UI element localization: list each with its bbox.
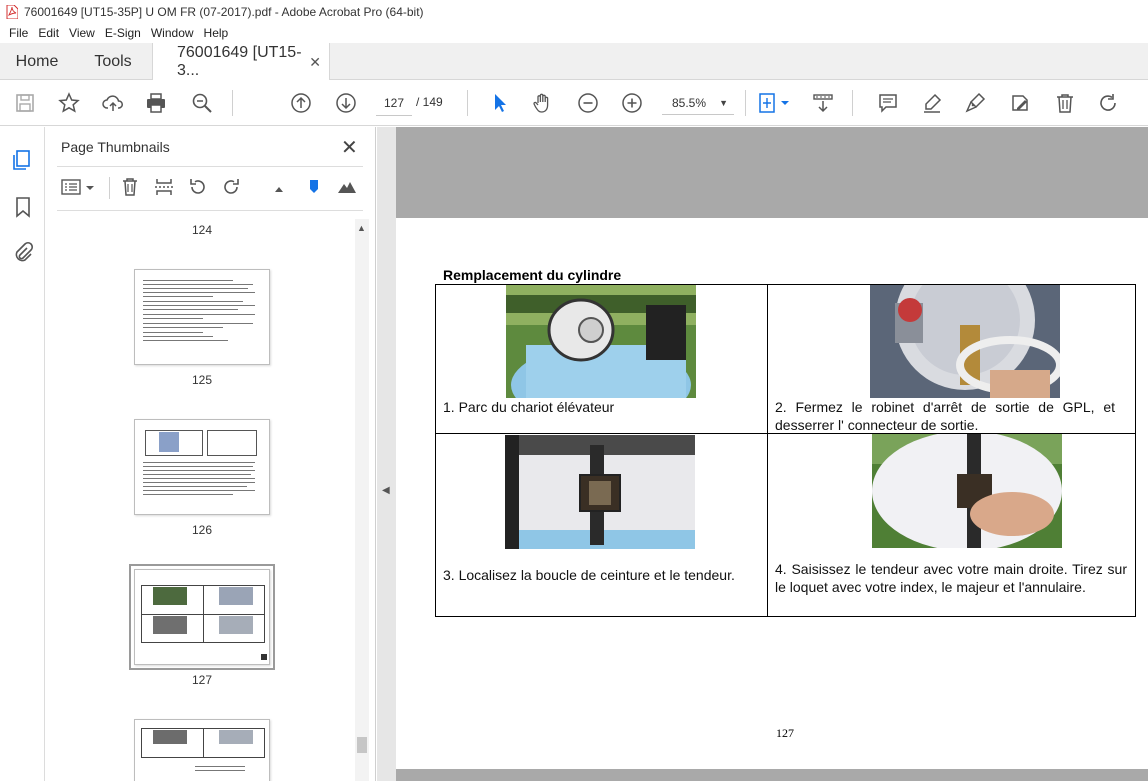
zoom-value: 85.5%	[672, 96, 707, 110]
options-menu-icon[interactable]	[61, 177, 97, 199]
section-heading: Remplacement du cylindre	[443, 267, 622, 283]
thumbnail-label: 126	[191, 523, 213, 537]
panel-title: Page Thumbnails	[61, 139, 170, 155]
step-caption: 4. Saisissez le tendeur avec votre main …	[775, 561, 1127, 595]
previous-page-icon[interactable]	[289, 91, 313, 115]
toolbar-divider	[232, 90, 233, 116]
title-bar: 76001649 [UT15-35P] U OM FR (07-2017).pd…	[0, 0, 1148, 23]
rotate-left-icon[interactable]	[188, 177, 210, 199]
zoom-dropdown[interactable]: 85.5% ▼	[662, 91, 734, 115]
thumbnail-label: 127	[191, 673, 213, 687]
thumbnail-label: 125	[191, 373, 213, 387]
pdf-page: Remplacement du cylindre 1. Parc du char…	[396, 218, 1148, 769]
zoom-out-icon[interactable]	[576, 91, 600, 115]
page-gap	[396, 769, 1148, 781]
attachment-icon[interactable]	[11, 241, 35, 265]
menu-window[interactable]: Window	[146, 26, 199, 40]
page-thumbnails-panel: Page Thumbnails ✕ 124 125 126 127 ▲	[45, 127, 376, 781]
valve-photo	[870, 285, 1060, 398]
scrollbar-thumb[interactable]	[357, 737, 367, 753]
menu-bar: File Edit View E-Sign Window Help	[0, 23, 1148, 43]
step-caption: 3. Localisez la boucle de ceinture et le…	[443, 567, 735, 583]
thumbnail-scrollbar[interactable]: ▲	[355, 219, 369, 781]
menu-esign[interactable]: E-Sign	[100, 26, 146, 40]
forklift-photo	[506, 285, 696, 398]
upload-cloud-icon[interactable]	[101, 91, 125, 115]
extract-page-icon[interactable]	[154, 177, 176, 199]
thumbnail-page-128[interactable]	[134, 719, 270, 781]
scroll-up-icon[interactable]: ▲	[357, 223, 366, 233]
step-cell-3: 3. Localisez la boucle de ceinture et le…	[436, 434, 767, 616]
highlight-pen-icon[interactable]	[920, 91, 944, 115]
belt-buckle-photo	[505, 435, 695, 549]
step-cell-1: 1. Parc du chariot élévateur	[436, 285, 767, 433]
zoom-search-icon[interactable]	[190, 91, 214, 115]
select-cursor-icon[interactable]	[488, 91, 512, 115]
bookmark-icon[interactable]	[11, 195, 35, 219]
divider	[57, 210, 363, 211]
acrobat-icon	[6, 4, 19, 19]
thumbnail-smaller-icon[interactable]	[271, 177, 293, 199]
left-rail	[0, 127, 45, 781]
tab-home[interactable]: Home	[0, 43, 74, 80]
toolbar-divider	[109, 177, 110, 199]
save-icon[interactable]	[13, 91, 37, 115]
page-thumbnails-icon[interactable]	[11, 148, 35, 172]
menu-file[interactable]: File	[4, 26, 33, 40]
menu-view[interactable]: View	[64, 26, 100, 40]
page-gap	[396, 127, 1148, 218]
thumbnail-label: 124	[191, 223, 213, 237]
page-number: 127	[776, 726, 794, 740]
step-caption: 1. Parc du chariot élévateur	[443, 399, 615, 415]
procedure-table: 1. Parc du chariot élévateur 2. Fermez l…	[435, 284, 1136, 617]
step-cell-4: 4. Saisissez le tendeur avec votre main …	[768, 434, 1135, 616]
close-tab-icon[interactable]: ✕	[309, 54, 321, 71]
window-title: 76001649 [UT15-35P] U OM FR (07-2017).pd…	[24, 4, 424, 19]
tab-tools[interactable]: Tools	[74, 43, 152, 80]
menu-help[interactable]: Help	[199, 26, 234, 40]
thumbnail-list: 124 125 126 127	[45, 219, 355, 781]
hand-tool-icon[interactable]	[531, 91, 555, 115]
thumbnail-larger-icon[interactable]	[337, 177, 359, 199]
tensioner-photo	[872, 434, 1062, 548]
toolbar-divider	[852, 90, 853, 116]
tab-tools-label: Tools	[94, 52, 132, 70]
delete-icon[interactable]	[1053, 91, 1077, 115]
tab-bar: Home Tools 76001649 [UT15-3... ✕	[0, 43, 1148, 81]
divider	[57, 166, 363, 167]
chevron-down-icon: ▼	[719, 98, 728, 108]
tab-document[interactable]: 76001649 [UT15-3... ✕	[152, 43, 330, 81]
comment-icon[interactable]	[876, 91, 900, 115]
thumbnail-page-126[interactable]	[134, 419, 270, 515]
star-icon[interactable]	[57, 91, 81, 115]
menu-edit[interactable]: Edit	[33, 26, 64, 40]
edit-pdf-icon[interactable]	[1008, 91, 1032, 115]
thumbnail-size-slider[interactable]	[304, 177, 326, 199]
step-cell-2: 2. Fermez le robinet d'arrêt de sortie d…	[768, 285, 1135, 433]
page-number-input[interactable]: 127	[376, 90, 412, 116]
zoom-in-icon[interactable]	[620, 91, 644, 115]
rotate-right-icon[interactable]	[221, 177, 243, 199]
delete-page-icon[interactable]	[120, 177, 142, 199]
tab-document-label: 76001649 [UT15-3...	[177, 44, 302, 79]
sign-icon[interactable]	[963, 91, 987, 115]
fit-page-icon[interactable]	[756, 91, 792, 115]
toolbar-divider	[745, 90, 746, 116]
collapse-panel-icon[interactable]: ◀	[382, 485, 390, 496]
thumbnail-page-127[interactable]	[129, 564, 275, 670]
page-count: / 149	[416, 95, 443, 109]
close-icon[interactable]: ✕	[341, 135, 358, 160]
toolbar-divider	[467, 90, 468, 116]
print-icon[interactable]	[144, 91, 168, 115]
rotate-icon[interactable]	[1096, 91, 1120, 115]
tab-home-label: Home	[15, 52, 59, 70]
thumbnail-toolbar	[45, 175, 376, 205]
toolbar: 127 / 149 85.5% ▼	[0, 80, 1148, 126]
document-viewer: ◀ Remplacement du cylindre 1. Parc du ch…	[377, 127, 1148, 781]
thumbnail-page-125[interactable]	[134, 269, 270, 365]
next-page-icon[interactable]	[334, 91, 358, 115]
step-caption: 2. Fermez le robinet d'arrêt de sortie d…	[775, 399, 1115, 433]
scroll-mode-icon[interactable]	[811, 91, 835, 115]
